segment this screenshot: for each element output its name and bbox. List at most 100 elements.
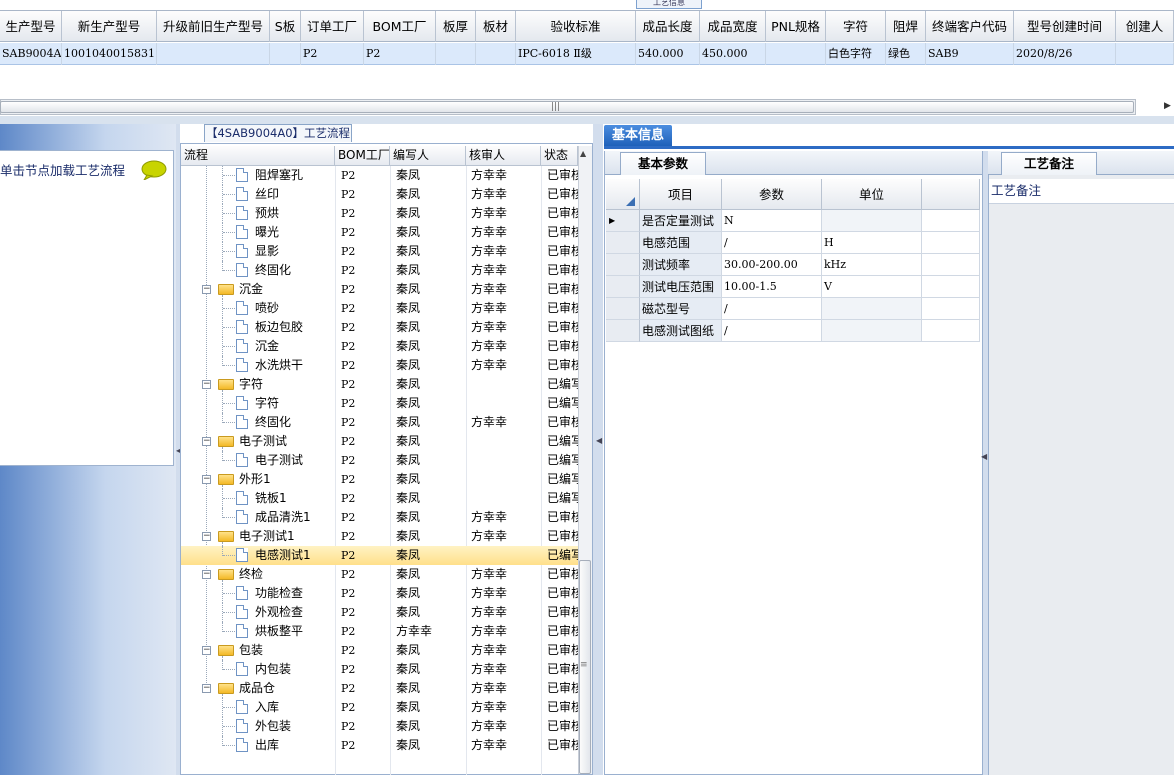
column-header[interactable]: 核审人	[466, 146, 541, 165]
collapse-toggle-icon[interactable]: −	[202, 684, 211, 693]
column-header[interactable]: 升级前旧生产型号	[157, 11, 270, 42]
collapse-toggle-icon[interactable]: −	[202, 437, 211, 446]
tree-folder-row[interactable]: − 终检 P2 秦凤 方幸幸 已审核	[181, 565, 578, 584]
param-row[interactable]: 电感范围 / H	[606, 232, 980, 254]
tree-item-row[interactable]: 丝印 P2 秦凤 方幸幸 已审核	[181, 185, 578, 204]
grid-cell[interactable]	[270, 43, 301, 65]
scroll-up-icon[interactable]: ▲	[580, 149, 586, 158]
collapse-right-icon[interactable]: ◀	[981, 452, 987, 461]
param-value[interactable]: 30.00-200.00	[722, 254, 822, 276]
tree-item-row[interactable]: 电子测试 P2 秦凤 已编写	[181, 451, 578, 470]
column-header[interactable]: 板厚	[436, 11, 476, 42]
tree-item-row[interactable]: 显影 P2 秦凤 方幸幸 已审核	[181, 242, 578, 261]
column-header[interactable]: 新生产型号	[62, 11, 157, 42]
splitter-middle[interactable]	[593, 124, 603, 775]
column-header[interactable]: 参数	[722, 179, 822, 210]
tab-basic-params[interactable]: 基本参数	[620, 152, 706, 175]
grid-cell[interactable]: SAB9	[926, 43, 1014, 65]
grid-cell[interactable]	[476, 43, 516, 65]
tree-folder-row[interactable]: − 电子测试1 P2 秦凤 方幸幸 已审核	[181, 527, 578, 546]
column-header[interactable]: 订单工厂	[301, 11, 364, 42]
column-header[interactable]: 创建人	[1116, 11, 1174, 42]
column-header[interactable]: 单位	[822, 179, 922, 210]
tree-folder-row[interactable]: − 外形1 P2 秦凤 已编写	[181, 470, 578, 489]
column-header[interactable]: BOM工厂	[364, 11, 436, 42]
grid-cell[interactable]: P2	[301, 43, 364, 65]
tree-item-row[interactable]: 外观检查 P2 秦凤 方幸幸 已审核	[181, 603, 578, 622]
params-grid[interactable]: 项目 参数 单位 ▶ 是否定量测试 N 电感范围 / H 测试频率 30.00-200.00 kHz 测…	[606, 179, 980, 343]
grid-cell[interactable]: IPC-6018 Ⅱ级	[516, 43, 636, 65]
tree-item-row[interactable]: 电感测试1 P2 秦凤 已编写	[181, 546, 578, 565]
grid-cell[interactable]: P2	[364, 43, 436, 65]
grid-cell[interactable]	[766, 43, 826, 65]
column-header[interactable]: 编写人	[390, 146, 466, 165]
param-row[interactable]: 测试电压范围 10.00-1.5 V	[606, 276, 980, 298]
column-header[interactable]: 验收标准	[516, 11, 636, 42]
tree-item-row[interactable]: 预烘 P2 秦凤 方幸幸 已审核	[181, 204, 578, 223]
column-header[interactable]: 流程	[181, 146, 335, 165]
param-unit[interactable]	[822, 320, 922, 342]
param-unit[interactable]	[822, 210, 922, 232]
param-value[interactable]: 10.00-1.5	[722, 276, 822, 298]
column-header[interactable]: 成品宽度	[700, 11, 766, 42]
param-unit[interactable]: H	[822, 232, 922, 254]
grid-cell[interactable]	[1116, 43, 1174, 65]
collapse-toggle-icon[interactable]: −	[202, 380, 211, 389]
scroll-right-icon[interactable]: ▶	[1164, 101, 1171, 111]
column-header[interactable]: 板材	[476, 11, 516, 42]
grid-cell[interactable]: 绿色	[886, 43, 926, 65]
grid-cell[interactable]: 2020/8/26	[1014, 43, 1116, 65]
tree-folder-row[interactable]: − 成品仓 P2 秦凤 方幸幸 已审核	[181, 679, 578, 698]
tree-item-row[interactable]: 喷砂 P2 秦凤 方幸幸 已审核	[181, 299, 578, 318]
collapse-middle-icon[interactable]: ◀	[596, 436, 602, 445]
tree-item-row[interactable]: 出库 P2 秦凤 方幸幸 已审核	[181, 736, 578, 755]
horizontal-scroll-thumb[interactable]	[0, 101, 1134, 113]
grid-cell[interactable]	[436, 43, 476, 65]
grid-cell[interactable]: 450.000	[700, 43, 766, 65]
param-value[interactable]: /	[722, 298, 822, 320]
process-tree[interactable]: 阻焊塞孔 P2 秦凤 方幸幸 已审核 丝印 P2 秦凤 方幸幸 已审核 预烘 P2 秦凤 方幸幸 已审核 曝光…	[181, 166, 578, 775]
column-header[interactable]: 生产型号	[0, 11, 62, 42]
grid-cell[interactable]: 540.000	[636, 43, 700, 65]
param-row[interactable]: 磁芯型号 /	[606, 298, 980, 320]
param-value[interactable]: /	[722, 232, 822, 254]
tree-item-row[interactable]: 烘板整平 P2 方幸幸 方幸幸 已审核	[181, 622, 578, 641]
grid-cell[interactable]: 10010400158311	[62, 43, 157, 65]
tree-folder-row[interactable]: − 字符 P2 秦凤 已编写	[181, 375, 578, 394]
tree-item-row[interactable]: 字符 P2 秦凤 已编写	[181, 394, 578, 413]
tree-item-row[interactable]: 水洗烘干 P2 秦凤 方幸幸 已审核	[181, 356, 578, 375]
tree-folder-row[interactable]: − 沉金 P2 秦凤 方幸幸 已审核	[181, 280, 578, 299]
param-row[interactable]: 电感测试图纸 /	[606, 320, 980, 342]
tab-process-remarks[interactable]: 工艺备注	[1001, 152, 1097, 175]
column-header[interactable]: S板	[270, 11, 301, 42]
top-grid-row[interactable]: SAB9004A0 10010400158311 P2 P2 IPC-6018 Ⅱ级 54…	[0, 43, 1174, 65]
column-header[interactable]: PNL规格	[766, 11, 826, 42]
collapse-toggle-icon[interactable]: −	[202, 285, 211, 294]
tree-item-row[interactable]: 沉金 P2 秦凤 方幸幸 已审核	[181, 337, 578, 356]
collapse-toggle-icon[interactable]: −	[202, 475, 211, 484]
tree-item-row[interactable]: 阻焊塞孔 P2 秦凤 方幸幸 已审核	[181, 166, 578, 185]
param-unit[interactable]	[822, 298, 922, 320]
tree-item-row[interactable]: 铣板1 P2 秦凤 已编写	[181, 489, 578, 508]
param-unit[interactable]: V	[822, 276, 922, 298]
tree-folder-row[interactable]: − 包装 P2 秦凤 方幸幸 已审核	[181, 641, 578, 660]
tree-item-row[interactable]: 曝光 P2 秦凤 方幸幸 已审核	[181, 223, 578, 242]
tab-basic-info[interactable]: 基本信息	[604, 125, 672, 147]
tree-item-row[interactable]: 外包装 P2 秦凤 方幸幸 已审核	[181, 717, 578, 736]
tree-item-row[interactable]: 入库 P2 秦凤 方幸幸 已审核	[181, 698, 578, 717]
grid-cell[interactable]: 白色字符	[826, 43, 886, 65]
splitter[interactable]	[0, 116, 1174, 124]
param-unit[interactable]: kHz	[822, 254, 922, 276]
column-header[interactable]: 型号创建时间	[1014, 11, 1116, 42]
tree-folder-row[interactable]: − 电子测试 P2 秦凤 已编写	[181, 432, 578, 451]
collapse-toggle-icon[interactable]: −	[202, 570, 211, 579]
collapse-toggle-icon[interactable]: −	[202, 532, 211, 541]
tree-item-row[interactable]: 终固化 P2 秦凤 方幸幸 已审核	[181, 261, 578, 280]
column-header[interactable]: 状态	[541, 146, 578, 165]
collapse-toggle-icon[interactable]: −	[202, 646, 211, 655]
column-header[interactable]: 成品长度	[636, 11, 700, 42]
param-value[interactable]: /	[722, 320, 822, 342]
param-value[interactable]: N	[722, 210, 822, 232]
left-tree-area[interactable]	[0, 150, 174, 466]
tree-item-row[interactable]: 成品清洗1 P2 秦凤 方幸幸 已审核	[181, 508, 578, 527]
